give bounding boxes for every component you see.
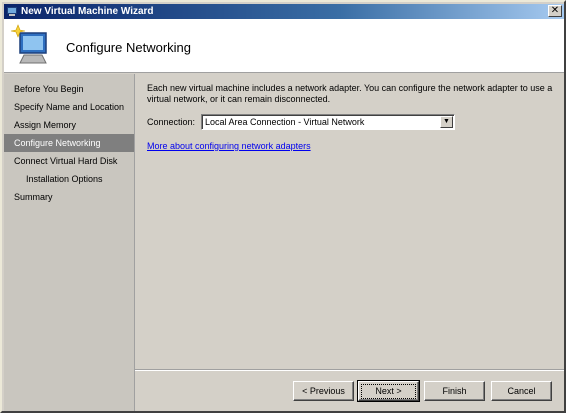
connection-select-value: Local Area Connection - Virtual Network [205,117,365,127]
wizard-steps-sidebar: Before You Begin Specify Name and Locati… [4,74,135,411]
description-text: Each new virtual machine includes a netw… [147,83,553,104]
nav-item-assign-memory[interactable]: Assign Memory [4,116,134,134]
next-button[interactable]: Next > [357,380,420,402]
nav-item-installation-options[interactable]: Installation Options [4,170,134,188]
main-content: Each new virtual machine includes a netw… [141,74,566,369]
close-button[interactable]: ✕ [548,5,562,17]
nav-item-configure-networking[interactable]: Configure Networking [4,134,134,152]
wizard-computer-icon [10,24,47,64]
nav-item-summary[interactable]: Summary [4,188,134,206]
window-title: New Virtual Machine Wizard [21,6,154,17]
connection-label: Connection: [147,117,196,127]
nav-item-before-you-begin[interactable]: Before You Begin [4,80,134,98]
wizard-header: Configure Networking [4,19,564,73]
more-about-network-adapters-link[interactable]: More about configuring network adapters [147,141,311,151]
computer-icon [6,6,18,17]
nav-item-specify-name-location[interactable]: Specify Name and Location [4,98,134,116]
next-button-label: Next > [361,384,416,399]
wizard-window: New Virtual Machine Wizard ✕ Configure N… [0,0,566,413]
page-title: Configure Networking [66,40,192,55]
title-bar[interactable]: New Virtual Machine Wizard ✕ [4,4,564,19]
chevron-down-icon[interactable]: ▼ [440,116,453,128]
cancel-button[interactable]: Cancel [491,381,552,401]
finish-button[interactable]: Finish [424,381,485,401]
nav-item-connect-virtual-hard-disk[interactable]: Connect Virtual Hard Disk [4,152,134,170]
footer-divider [135,369,564,371]
connection-select[interactable]: Local Area Connection - Virtual Network … [201,114,455,130]
previous-button[interactable]: < Previous [293,381,354,401]
